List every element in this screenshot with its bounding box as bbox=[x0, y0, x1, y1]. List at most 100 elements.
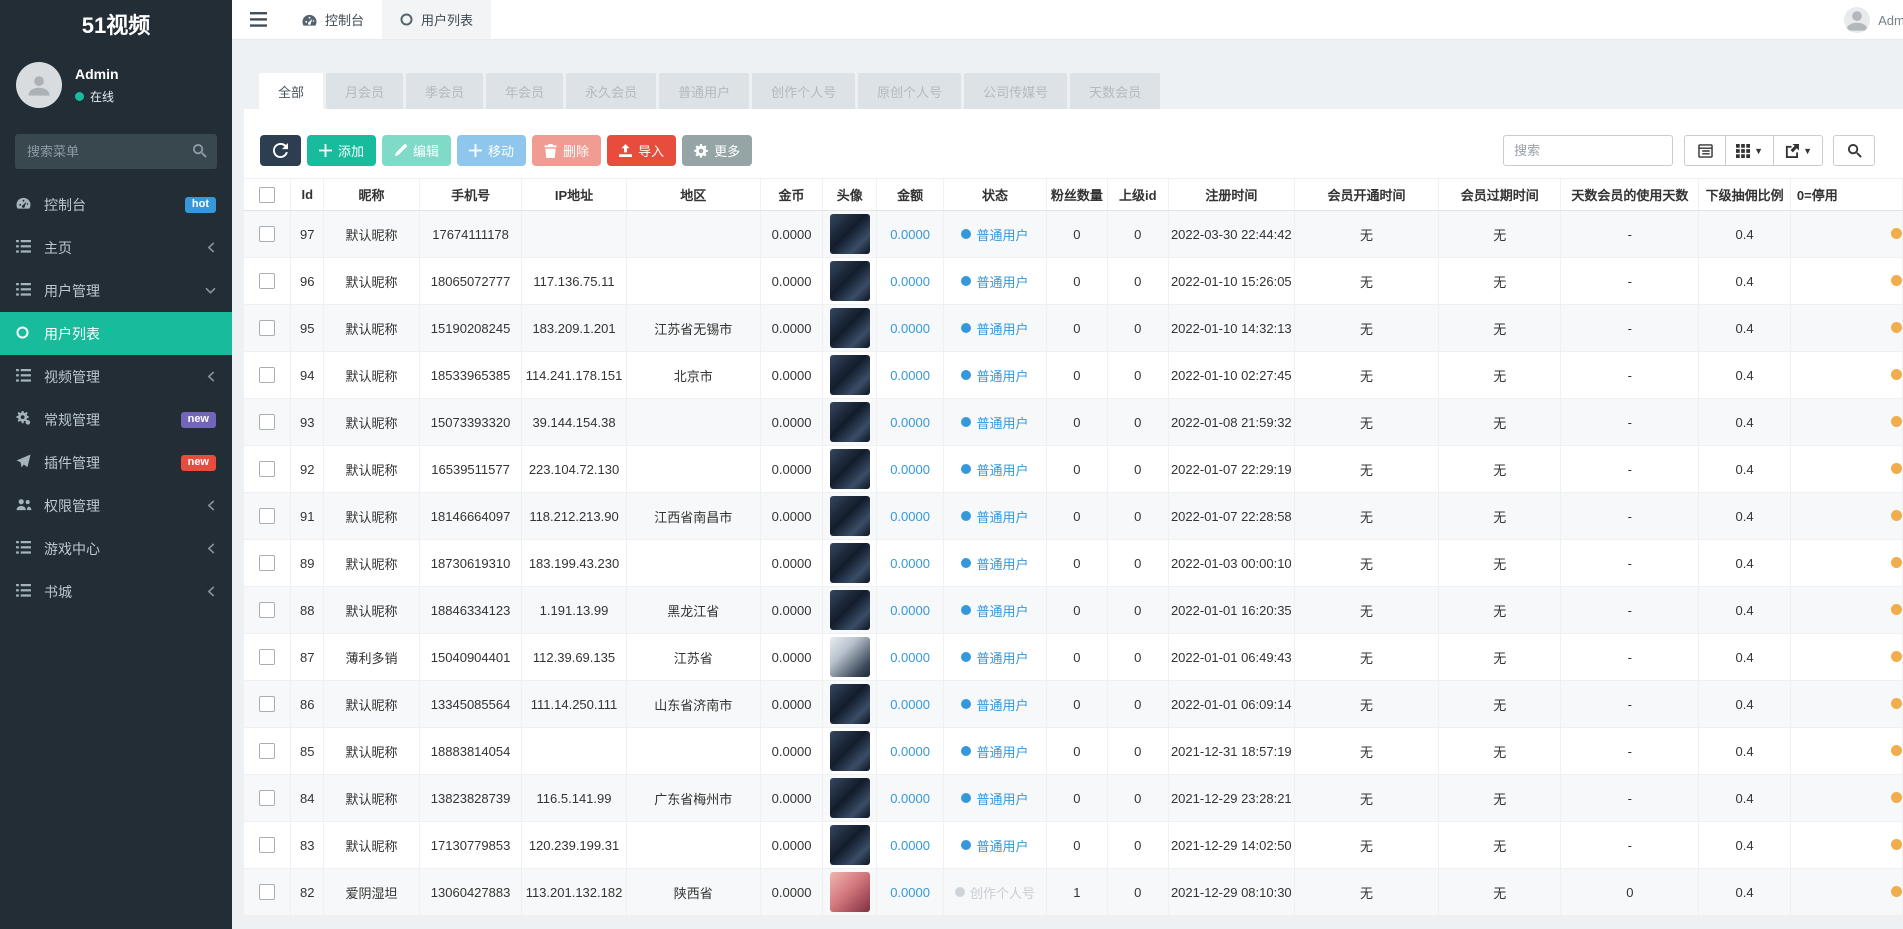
column-header-area[interactable]: 地区 bbox=[625, 178, 761, 211]
column-header-coin[interactable]: 金币 bbox=[759, 178, 824, 211]
row-checkbox[interactable] bbox=[259, 461, 276, 478]
filter-tab-4[interactable]: 永久会员 bbox=[566, 73, 657, 109]
columns-button[interactable]: ▼ bbox=[1725, 135, 1775, 166]
row-checkbox[interactable] bbox=[259, 414, 276, 431]
sidebar-item-1[interactable]: 主页 bbox=[0, 226, 232, 269]
refresh-button[interactable] bbox=[260, 135, 301, 166]
table-search-input[interactable] bbox=[1503, 135, 1674, 166]
money-link[interactable]: 0.0000 bbox=[890, 556, 930, 571]
status-badge[interactable]: 普通用户 bbox=[961, 413, 1029, 432]
sidebar-item-4[interactable]: 视频管理 bbox=[0, 355, 232, 398]
edit-button[interactable]: 编辑 bbox=[382, 135, 452, 166]
status-badge[interactable]: 普通用户 bbox=[961, 319, 1029, 338]
money-link[interactable]: 0.0000 bbox=[890, 509, 930, 524]
money-link[interactable]: 0.0000 bbox=[890, 650, 930, 665]
sidebar-item-sub-3[interactable]: 用户列表 bbox=[0, 312, 232, 355]
column-header-jointime[interactable]: 注册时间 bbox=[1167, 178, 1296, 211]
money-link[interactable]: 0.0000 bbox=[890, 744, 930, 759]
sidebar-item-5[interactable]: 常规管理 new bbox=[0, 398, 232, 441]
money-link[interactable]: 0.0000 bbox=[890, 462, 930, 477]
filter-tab-5[interactable]: 普通用户 bbox=[659, 73, 750, 109]
row-checkbox[interactable] bbox=[259, 273, 276, 290]
money-link[interactable]: 0.0000 bbox=[890, 415, 930, 430]
delete-button[interactable]: 删除 bbox=[532, 135, 602, 166]
sidebar-item-0[interactable]: 控制台 hot bbox=[0, 183, 232, 226]
status-badge[interactable]: 普通用户 bbox=[961, 648, 1029, 667]
status-badge[interactable]: 普通用户 bbox=[961, 554, 1029, 573]
column-header-days_used[interactable]: 天数会员的使用天数 bbox=[1560, 178, 1700, 211]
column-header-ip[interactable]: IP地址 bbox=[521, 178, 627, 211]
filter-tab-3[interactable]: 年会员 bbox=[486, 73, 564, 109]
column-header-nickname[interactable]: 昵称 bbox=[323, 178, 420, 211]
status-badge[interactable]: 普通用户 bbox=[961, 601, 1029, 620]
filter-tab-1[interactable]: 月会员 bbox=[326, 73, 404, 109]
row-checkbox[interactable] bbox=[259, 226, 276, 243]
row-checkbox[interactable] bbox=[259, 884, 276, 901]
status-badge[interactable]: 普通用户 bbox=[961, 695, 1029, 714]
money-link[interactable]: 0.0000 bbox=[890, 321, 930, 336]
money-link[interactable]: 0.0000 bbox=[890, 274, 930, 289]
search-submit-button[interactable] bbox=[1833, 135, 1875, 166]
money-link[interactable]: 0.0000 bbox=[890, 885, 930, 900]
row-checkbox[interactable] bbox=[259, 649, 276, 666]
row-checkbox[interactable] bbox=[259, 367, 276, 384]
column-header-vip_open[interactable]: 会员开通时间 bbox=[1294, 178, 1440, 211]
column-header-vip_expire[interactable]: 会员过期时间 bbox=[1438, 178, 1562, 211]
column-header-status[interactable]: 状态 bbox=[943, 178, 1047, 211]
topbar-user[interactable]: Admin bbox=[1844, 0, 1903, 40]
more-button[interactable]: 更多 bbox=[682, 135, 753, 166]
column-header-id[interactable]: Id bbox=[290, 178, 325, 211]
select-all-checkbox[interactable] bbox=[259, 186, 276, 203]
row-checkbox[interactable] bbox=[259, 508, 276, 525]
column-header-fans[interactable]: 粉丝数量 bbox=[1045, 178, 1108, 211]
topbar-tab-0[interactable]: 控制台 bbox=[284, 0, 382, 39]
filter-tab-7[interactable]: 原创个人号 bbox=[858, 73, 962, 109]
status-badge[interactable]: 普通用户 bbox=[961, 460, 1029, 479]
row-checkbox[interactable] bbox=[259, 602, 276, 619]
money-link[interactable]: 0.0000 bbox=[890, 697, 930, 712]
topbar-tab-1[interactable]: 用户列表 bbox=[382, 0, 492, 39]
money-link[interactable]: 0.0000 bbox=[890, 227, 930, 242]
money-link[interactable]: 0.0000 bbox=[890, 838, 930, 853]
row-checkbox[interactable] bbox=[259, 696, 276, 713]
column-header-money[interactable]: 金额 bbox=[876, 178, 945, 211]
filter-tab-0[interactable]: 全部 bbox=[259, 73, 324, 109]
row-checkbox[interactable] bbox=[259, 837, 276, 854]
money-link[interactable]: 0.0000 bbox=[890, 791, 930, 806]
column-header-avatar[interactable]: 头像 bbox=[822, 178, 878, 211]
sidebar-item-6[interactable]: 插件管理 new bbox=[0, 441, 232, 484]
move-button[interactable]: 移动 bbox=[457, 135, 527, 166]
export-button[interactable]: ▼ bbox=[1773, 135, 1823, 166]
status-badge[interactable]: 普通用户 bbox=[961, 789, 1029, 808]
status-badge[interactable]: 普通用户 bbox=[961, 507, 1029, 526]
money-link[interactable]: 0.0000 bbox=[890, 368, 930, 383]
filter-tab-9[interactable]: 天数会员 bbox=[1070, 73, 1161, 109]
sidebar-item-8[interactable]: 游戏中心 bbox=[0, 527, 232, 570]
row-checkbox[interactable] bbox=[259, 320, 276, 337]
filter-tab-2[interactable]: 季会员 bbox=[406, 73, 484, 109]
sidebar-item-2[interactable]: 用户管理 bbox=[0, 269, 232, 312]
column-header-commission[interactable]: 下级抽佣比例 bbox=[1698, 178, 1791, 211]
row-checkbox[interactable] bbox=[259, 555, 276, 572]
detail-view-button[interactable] bbox=[1684, 135, 1727, 166]
sidebar-item-7[interactable]: 权限管理 bbox=[0, 484, 232, 527]
add-button[interactable]: 添加 bbox=[307, 135, 377, 166]
row-checkbox[interactable] bbox=[259, 790, 276, 807]
column-header-mobile[interactable]: 手机号 bbox=[418, 178, 523, 211]
sidebar-item-9[interactable]: 书城 bbox=[0, 570, 232, 613]
menu-search-input[interactable] bbox=[15, 134, 217, 169]
money-link[interactable]: 0.0000 bbox=[890, 603, 930, 618]
column-header-enabled[interactable]: 0=停用 bbox=[1789, 178, 1903, 211]
status-badge[interactable]: 创作个人号 bbox=[954, 883, 1035, 902]
status-badge[interactable]: 普通用户 bbox=[961, 836, 1029, 855]
row-checkbox[interactable] bbox=[259, 743, 276, 760]
status-badge[interactable]: 普通用户 bbox=[961, 272, 1029, 291]
status-badge[interactable]: 普通用户 bbox=[961, 366, 1029, 385]
column-header-pid[interactable]: 上级id bbox=[1106, 178, 1169, 211]
filter-tab-8[interactable]: 公司传媒号 bbox=[964, 73, 1068, 109]
import-button[interactable]: 导入 bbox=[607, 135, 677, 166]
filter-tab-6[interactable]: 创作个人号 bbox=[752, 73, 856, 109]
menu-toggle-button[interactable] bbox=[232, 0, 284, 39]
status-badge[interactable]: 普通用户 bbox=[961, 225, 1029, 244]
status-badge[interactable]: 普通用户 bbox=[961, 742, 1029, 761]
